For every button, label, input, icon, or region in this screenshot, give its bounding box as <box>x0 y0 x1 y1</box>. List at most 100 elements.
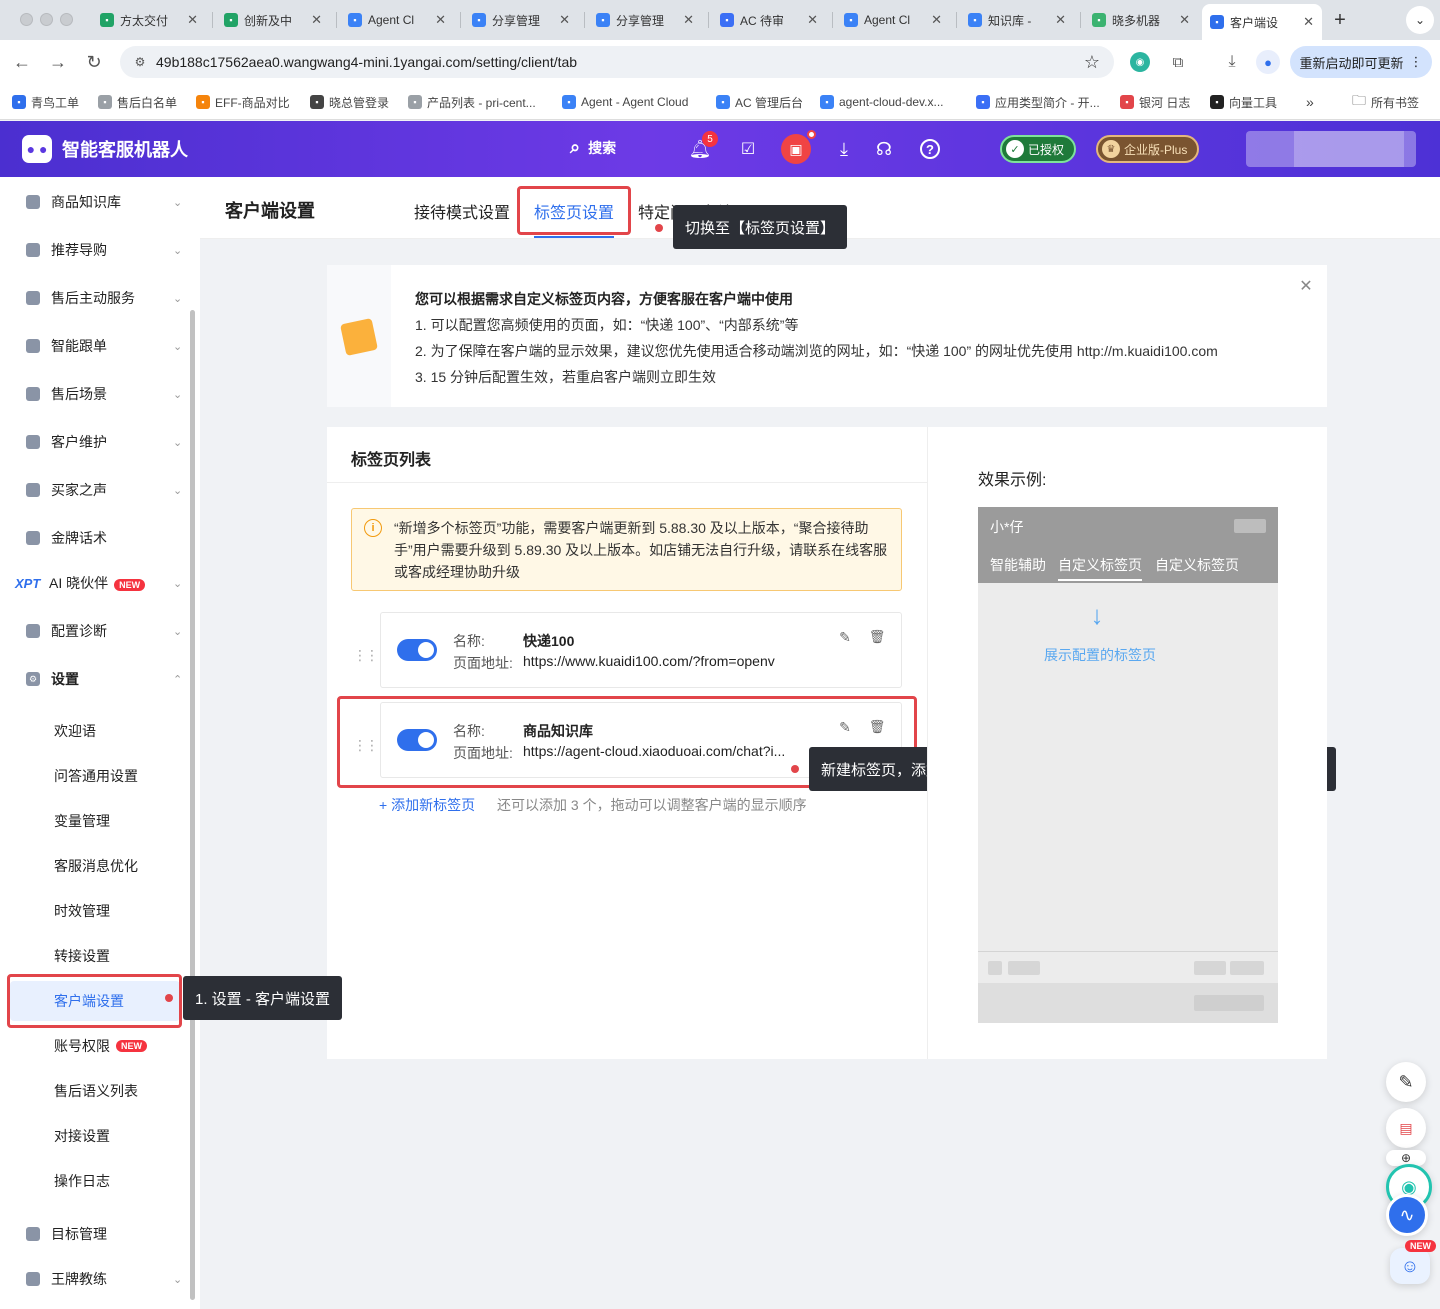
sidebar-item[interactable]: XPT AI 晓伙伴 NEW ⌄ <box>0 563 200 603</box>
tab-reception-mode[interactable]: 接待模式设置 <box>414 199 510 223</box>
gift-box-icon[interactable]: ▣ <box>781 134 811 164</box>
bookmark-item[interactable]: ▪ 应用类型简介 - 开... <box>976 92 1100 112</box>
tab-search-chevron-icon[interactable]: ⌄ <box>1406 6 1434 34</box>
new-tab-plus-icon[interactable]: + <box>1328 8 1352 32</box>
settings-sub-item[interactable]: 操作日志 <box>10 1161 180 1201</box>
settings-sub-item[interactable]: 转接设置 <box>10 936 180 976</box>
sidebar-item[interactable]: ⚙ 设置 ⌃ <box>0 659 200 699</box>
more-bookmarks-chevron[interactable]: » <box>1306 92 1314 112</box>
reload-icon[interactable]: ↻ <box>82 50 106 74</box>
drag-handle-icon[interactable]: ⋮⋮ <box>353 647 379 664</box>
settings-sub-item[interactable]: 账号权限 NEW <box>10 1026 180 1066</box>
settings-sub-item[interactable]: 变量管理 <box>10 801 180 841</box>
settings-sub-item[interactable]: 售后语义列表 <box>10 1071 180 1111</box>
add-new-tab-link[interactable]: + 添加新标签页 <box>379 795 475 815</box>
window-close-dot[interactable] <box>20 13 33 26</box>
sidebar-item[interactable]: 售后主动服务 ⌄ <box>0 278 200 318</box>
settings-sub-item[interactable]: 欢迎语 <box>10 711 180 751</box>
settings-sub-item[interactable]: 问答通用设置 <box>10 756 180 796</box>
active-tab-underline <box>534 236 614 238</box>
back-arrow-icon[interactable]: ← <box>10 50 34 74</box>
bookmark-item[interactable]: ▪ EFF-商品对比 <box>196 92 290 112</box>
bookmark-item[interactable]: ▪ 产品列表 - pri-cent... <box>408 92 536 112</box>
authorized-badge[interactable]: ✓ 已授权 <box>1000 135 1077 163</box>
browser-tab[interactable]: ▪ 客户端设 ✕ <box>1202 4 1322 40</box>
site-settings-icon[interactable]: ⚙ <box>132 54 148 70</box>
settings-sub-item[interactable]: 对接设置 <box>10 1116 180 1156</box>
extensions-puzzle-icon[interactable]: ⧉ <box>1168 52 1188 72</box>
tab-close-icon[interactable]: ✕ <box>1179 12 1190 28</box>
all-bookmarks-folder[interactable]: 🗀 所有书签 <box>1352 92 1419 112</box>
update-button[interactable]: 重新启动即可更新 ⋮ <box>1290 46 1432 78</box>
pulse-monitor-icon[interactable]: ∿ <box>1386 1194 1428 1236</box>
bookmark-item[interactable]: ▪ Agent - Agent Cloud <box>562 92 688 112</box>
headset-support-icon[interactable]: ☊ <box>872 137 896 161</box>
settings-sub-item[interactable]: 时效管理 <box>10 891 180 931</box>
bookmark-item[interactable]: ▪ 银河 日志 <box>1120 92 1190 112</box>
downloads-icon[interactable]: ⤓ <box>1222 52 1242 72</box>
tab-close-icon[interactable]: ✕ <box>931 12 942 28</box>
sidebar-item[interactable]: 王牌教练 ⌄ <box>0 1259 200 1299</box>
pdf-doc-icon[interactable]: ▤ <box>1386 1108 1426 1148</box>
browser-tab[interactable]: ▪ 分享管理 ✕ <box>464 6 578 34</box>
tab-close-icon[interactable]: ✕ <box>1055 12 1066 28</box>
close-icon[interactable]: ✕ <box>1297 277 1315 295</box>
account-switcher[interactable] <box>1246 131 1416 167</box>
sidebar-item-label: 推荐导购 <box>51 242 107 258</box>
sidebar-item[interactable]: 买家之声 ⌄ <box>0 470 200 510</box>
bookmark-item[interactable]: ▪ agent-cloud-dev.x... <box>820 92 944 112</box>
bookmark-favicon-icon: ▪ <box>310 95 324 109</box>
bookmark-item[interactable]: ▪ 售后白名单 <box>98 92 177 112</box>
header-search-button[interactable]: ⌕ 搜索 <box>570 137 616 158</box>
tab-close-icon[interactable]: ✕ <box>435 12 446 28</box>
tab-close-icon[interactable]: ✕ <box>683 12 694 28</box>
bookmark-item[interactable]: ▪ AC 管理后台 <box>716 92 803 112</box>
browser-tab[interactable]: ▪ Agent Cl ✕ <box>836 6 950 34</box>
sidebar-item[interactable]: 智能跟单 ⌄ <box>0 326 200 366</box>
browser-tab[interactable]: ▪ Agent Cl ✕ <box>340 6 454 34</box>
browser-tab[interactable]: ▪ AC 待审 ✕ <box>712 6 826 34</box>
tab-close-icon[interactable]: ✕ <box>807 12 818 28</box>
edit-pencil-icon[interactable]: ✎ <box>837 629 853 645</box>
bookmark-star-icon[interactable]: ☆ <box>1082 52 1102 72</box>
customer-icon <box>26 435 40 449</box>
download-icon[interactable]: ⤓ <box>832 137 856 161</box>
sidebar-scrollbar[interactable] <box>190 310 195 1300</box>
sidebar-item[interactable]: 配置诊断 ⌄ <box>0 611 200 651</box>
edition-label: 企业版-Plus <box>1124 142 1188 157</box>
tab-close-icon[interactable]: ✕ <box>559 12 570 28</box>
chatbot-icon[interactable]: ☺ <box>1390 1248 1430 1284</box>
delete-trash-icon[interactable]: 🗑︎ <box>869 629 886 645</box>
tab-close-icon[interactable]: ✕ <box>187 12 198 28</box>
tab-close-icon[interactable]: ✕ <box>311 12 322 28</box>
extension-robot-icon[interactable]: ◉ <box>1130 52 1150 72</box>
bookmark-item[interactable]: ▪ 向量工具 <box>1210 92 1277 112</box>
browser-tab[interactable]: ▪ 知识库 - ✕ <box>960 6 1074 34</box>
sidebar-item[interactable]: 目标管理 <box>0 1214 200 1254</box>
browser-tab[interactable]: ▪ 分享管理 ✕ <box>588 6 702 34</box>
feedback-doc-icon[interactable]: ✎ <box>1386 1062 1426 1102</box>
browser-tab[interactable]: ▪ 创新及中 ✕ <box>216 6 330 34</box>
url-input[interactable]: ⚙ 49b188c17562aea0.wangwang4-mini.1yanga… <box>120 46 1114 78</box>
settings-sub-item[interactable]: 客服消息优化 <box>10 846 180 886</box>
sheet-green-icon: ▪ <box>224 13 238 27</box>
sidebar-item[interactable]: 推荐导购 ⌄ <box>0 230 200 270</box>
browser-tab[interactable]: ▪ 方太交付 ✕ <box>92 6 206 34</box>
enable-toggle[interactable] <box>397 639 437 661</box>
bookmark-item[interactable]: ▪ 青鸟工单 <box>12 92 79 112</box>
sidebar-item[interactable]: 客户维护 ⌄ <box>0 422 200 462</box>
sidebar-item[interactable]: 金牌话术 <box>0 518 200 558</box>
sidebar-item[interactable]: 商品知识库 ⌄ <box>0 182 200 222</box>
sidebar-item[interactable]: 售后场景 ⌄ <box>0 374 200 414</box>
window-minimize-dot[interactable] <box>40 13 53 26</box>
forward-arrow-icon[interactable]: → <box>46 50 70 74</box>
browser-tab[interactable]: ▪ 晓多机器 ✕ <box>1084 6 1198 34</box>
tab-close-icon[interactable]: ✕ <box>1303 14 1314 30</box>
edition-badge[interactable]: ♛ 企业版-Plus <box>1096 135 1200 163</box>
brand[interactable]: ● ● 智能客服机器人 <box>22 121 188 177</box>
profile-avatar-icon[interactable]: ● <box>1256 50 1280 74</box>
task-list-icon[interactable]: ☑ <box>736 137 760 161</box>
window-zoom-dot[interactable] <box>60 13 73 26</box>
bookmark-item[interactable]: ▪ 晓总管登录 <box>310 92 389 112</box>
help-question-icon[interactable]: ? <box>920 139 940 159</box>
